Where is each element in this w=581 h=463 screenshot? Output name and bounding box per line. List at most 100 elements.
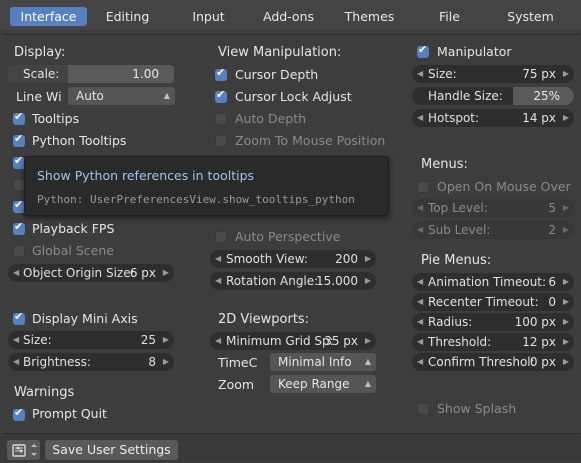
arrow-right-icon[interactable]: ▶ — [365, 272, 371, 290]
arrow-left-icon[interactable]: ◀ — [417, 313, 423, 331]
arrow-right-icon[interactable]: ▶ — [563, 313, 569, 331]
top-level-field[interactable]: ◀ Top Level: 5 ▶ — [412, 199, 574, 217]
open-on-mouse-over-checkbox[interactable] — [417, 181, 429, 193]
animation-timeout-field[interactable]: ◀ Animation Timeout: 6 ▶ — [412, 273, 574, 291]
manipulator-checkbox[interactable] — [417, 43, 429, 58]
arrow-left-icon[interactable]: ◀ — [417, 293, 423, 311]
editor-type-button[interactable] — [7, 440, 40, 460]
arrow-left-icon[interactable]: ◀ — [13, 264, 19, 282]
scale-slider[interactable]: Scale: 1.00 — [8, 65, 174, 83]
line-width-label: Line Wi — [16, 89, 62, 104]
save-user-settings-button[interactable]: Save User Settings — [45, 440, 178, 460]
tab-system[interactable]: System — [492, 7, 569, 26]
arrow-right-icon[interactable]: ▶ — [365, 250, 371, 268]
threshold-field[interactable]: ◀ Threshold: 12 px ▶ — [412, 333, 574, 351]
prompt-quit-checkbox[interactable] — [13, 406, 25, 421]
zoom-value: Keep Range — [278, 377, 350, 391]
hotspot-value: 14 px — [522, 111, 556, 125]
sub-level-label: Sub Level: — [428, 223, 491, 237]
mini-axis-brightness-field[interactable]: ◀ Brightness: 8 ▶ — [8, 353, 174, 371]
timecode-dropdown[interactable]: Minimal Info ▲ — [270, 353, 376, 371]
cursor-lock-adjust-checkbox[interactable] — [215, 88, 227, 103]
arrow-left-icon[interactable]: ◀ — [215, 332, 221, 350]
python-tooltip-popup: Show Python references in tooltips Pytho… — [24, 156, 389, 216]
smooth-view-field[interactable]: ◀ Smooth View: 200 ▶ — [210, 250, 376, 268]
auto-perspective-checkbox[interactable] — [215, 231, 227, 243]
arrow-right-icon[interactable]: ▶ — [563, 65, 569, 83]
arrow-left-icon[interactable]: ◀ — [215, 250, 221, 268]
arrow-left-icon[interactable]: ◀ — [417, 333, 423, 351]
hotspot-field[interactable]: ◀ Hotspot: 14 px ▶ — [412, 109, 574, 127]
arrow-right-icon[interactable]: ▶ — [563, 109, 569, 127]
auto-depth-checkbox[interactable] — [215, 113, 227, 125]
zoom-dropdown[interactable]: Keep Range ▲ — [270, 375, 376, 393]
arrow-right-icon[interactable]: ▶ — [365, 332, 371, 350]
top-level-label: Top Level: — [428, 201, 488, 215]
arrow-left-icon[interactable]: ◀ — [417, 353, 423, 371]
arrow-left-icon[interactable]: ◀ — [417, 109, 423, 127]
arrow-left-icon[interactable]: ◀ — [13, 353, 19, 371]
updown-icon: ▲ — [163, 91, 170, 100]
animation-timeout-value: 6 — [548, 275, 556, 289]
arrow-right-icon[interactable]: ▶ — [163, 264, 169, 282]
timecode-label: TimeC — [218, 355, 258, 370]
arrow-right-icon[interactable]: ▶ — [563, 199, 569, 217]
show-splash-checkbox[interactable] — [417, 403, 429, 415]
top-level-value: 5 — [548, 201, 556, 215]
tab-interface[interactable]: Interface — [10, 7, 87, 26]
sub-level-field[interactable]: ◀ Sub Level: 2 ▶ — [412, 221, 574, 239]
object-origin-size-value: 6 px — [129, 266, 156, 280]
python-tooltips-label: Python Tooltips — [32, 133, 127, 148]
view-manipulation-heading: View Manipulation: — [218, 45, 342, 60]
min-grid-spacing-label: Minimum Grid Sp: — [226, 334, 334, 348]
rotation-angle-field[interactable]: ◀ Rotation Angle: 15.000 ▶ — [210, 272, 376, 290]
tab-file[interactable]: File — [411, 7, 488, 26]
tab-editing[interactable]: Editing — [89, 7, 166, 26]
mini-axis-brightness-value: 8 — [148, 355, 156, 369]
playback-fps-checkbox[interactable] — [13, 220, 25, 235]
arrow-left-icon[interactable]: ◀ — [417, 199, 423, 217]
arrow-right-icon[interactable]: ▶ — [563, 221, 569, 239]
handle-size-slider[interactable]: Handle Size: 25% — [412, 87, 574, 105]
viewports-2d-heading: 2D Viewports: — [218, 312, 310, 327]
radius-label: Radius: — [428, 315, 473, 329]
manipulator-size-field[interactable]: ◀ Size: 75 px ▶ — [412, 65, 574, 83]
tab-add-ons[interactable]: Add-ons — [250, 7, 327, 26]
timecode-value: Minimal Info — [278, 355, 352, 369]
arrow-left-icon[interactable]: ◀ — [13, 331, 19, 349]
arrow-right-icon[interactable]: ▶ — [563, 293, 569, 311]
global-scene-checkbox[interactable] — [13, 245, 25, 257]
line-width-dropdown[interactable]: Auto ▲ — [68, 87, 175, 105]
arrow-right-icon[interactable]: ▶ — [563, 273, 569, 291]
python-tooltips-checkbox[interactable] — [13, 132, 25, 147]
object-origin-size-label: Object Origin Size: — [23, 266, 135, 280]
display-mini-axis-checkbox[interactable] — [13, 310, 25, 325]
arrow-left-icon[interactable]: ◀ — [417, 221, 423, 239]
radius-value: 100 px — [514, 315, 556, 329]
open-on-mouse-over-label: Open On Mouse Over — [437, 179, 571, 194]
tooltips-checkbox[interactable] — [13, 110, 25, 125]
arrow-right-icon[interactable]: ▶ — [563, 353, 569, 371]
tab-input[interactable]: Input — [170, 7, 247, 26]
radius-field[interactable]: ◀ Radius: 100 px ▶ — [412, 313, 574, 331]
arrow-left-icon[interactable]: ◀ — [417, 65, 423, 83]
display-heading: Display: — [14, 45, 66, 60]
animation-timeout-label: Animation Timeout: — [428, 275, 547, 289]
cursor-depth-checkbox[interactable] — [215, 66, 227, 81]
arrow-right-icon[interactable]: ▶ — [563, 333, 569, 351]
zoom-label: Zoom — [218, 377, 255, 392]
cursor-lock-adjust-label: Cursor Lock Adjust — [235, 89, 352, 104]
zoom-to-mouse-checkbox[interactable] — [215, 135, 227, 147]
tab-themes[interactable]: Themes — [331, 7, 408, 26]
arrow-left-icon[interactable]: ◀ — [215, 272, 221, 290]
recenter-timeout-field[interactable]: ◀ Recenter Timeout: 0 ▶ — [412, 293, 574, 311]
object-origin-size-field[interactable]: ◀ Object Origin Size: 6 px ▶ — [8, 264, 174, 282]
min-grid-spacing-field[interactable]: ◀ Minimum Grid Sp: 35 px ▶ — [210, 332, 376, 350]
arrow-left-icon[interactable]: ◀ — [417, 273, 423, 291]
arrow-right-icon[interactable]: ▶ — [163, 331, 169, 349]
mini-axis-size-field[interactable]: ◀ Size: 25 ▶ — [8, 331, 174, 349]
arrow-right-icon[interactable]: ▶ — [163, 353, 169, 371]
confirm-threshold-field[interactable]: ◀ Confirm Threshol: 0 px ▶ — [412, 353, 574, 371]
scale-label: Scale: — [23, 67, 60, 81]
recenter-timeout-value: 0 — [548, 295, 556, 309]
